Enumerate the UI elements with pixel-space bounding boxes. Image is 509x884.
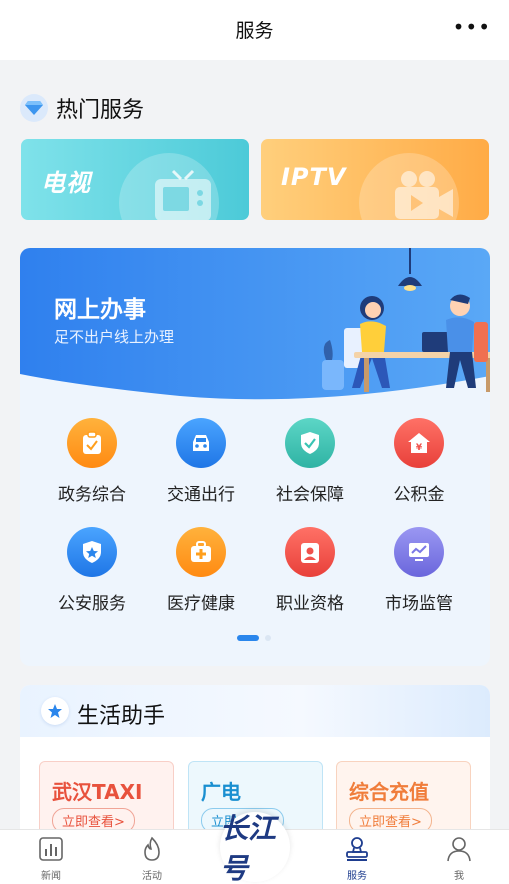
tv-icon bbox=[155, 169, 211, 220]
card-title: 武汉TAXI bbox=[52, 780, 143, 804]
service-item[interactable]: 市场监管 bbox=[364, 527, 474, 614]
id-badge-icon bbox=[285, 527, 335, 577]
service-item[interactable]: 职业资格 bbox=[255, 527, 365, 614]
service-label: 职业资格 bbox=[276, 594, 344, 614]
service-item[interactable]: 公安服务 bbox=[37, 527, 147, 614]
service-label: 市场监管 bbox=[385, 594, 453, 614]
tab-label: 活动 bbox=[142, 871, 162, 882]
tab-services[interactable]: 服务 bbox=[327, 834, 387, 882]
diamond-icon bbox=[20, 94, 48, 122]
iptv-tile[interactable]: IPTV bbox=[261, 139, 489, 220]
service-item[interactable]: ¥ 公积金 bbox=[364, 418, 474, 505]
app-logo: 长江号 bbox=[220, 812, 277, 884]
tab-me[interactable]: 我 bbox=[429, 834, 489, 882]
tab-label: 我 bbox=[454, 871, 464, 882]
video-camera-icon bbox=[395, 171, 453, 219]
service-item[interactable]: 政务综合 bbox=[37, 418, 147, 505]
service-label: 政务综合 bbox=[58, 485, 126, 505]
online-affairs-panel: 网上办事 足不出户线上办理 政务综合 交通出行 社会保障 ¥ 公积金 公安服务 … bbox=[20, 248, 490, 666]
service-label: 社会保障 bbox=[276, 485, 344, 505]
page-dot-active bbox=[237, 635, 259, 641]
tv-tile[interactable]: 电视 bbox=[21, 139, 249, 220]
police-badge-icon bbox=[67, 527, 117, 577]
life-helper-header: 生活助手 bbox=[20, 685, 490, 737]
medical-kit-icon bbox=[176, 527, 226, 577]
more-dots-icon[interactable]: ••• bbox=[453, 17, 491, 37]
car-icon bbox=[176, 418, 226, 468]
news-chart-icon bbox=[21, 834, 81, 864]
tab-label: 服务 bbox=[347, 871, 367, 882]
card-title: 综合充值 bbox=[349, 780, 429, 804]
page-indicator bbox=[237, 635, 271, 641]
service-label: 医疗健康 bbox=[167, 594, 235, 614]
service-item[interactable]: 交通出行 bbox=[146, 418, 256, 505]
online-affairs-subtitle: 足不出户线上办理 bbox=[54, 328, 175, 346]
tab-label: 新闻 bbox=[41, 871, 61, 882]
center-logo-button[interactable]: 长江号 bbox=[220, 812, 290, 884]
hot-services-title: 热门服务 bbox=[56, 98, 145, 123]
tab-activity[interactable]: 活动 bbox=[122, 834, 182, 882]
service-label: 公积金 bbox=[393, 485, 445, 505]
flame-icon bbox=[122, 834, 182, 864]
top-bar: 服务 ••• bbox=[0, 0, 509, 60]
service-label: 公安服务 bbox=[58, 594, 126, 614]
tv-tile-label: 电视 bbox=[41, 169, 91, 197]
tab-news[interactable]: 新闻 bbox=[21, 834, 81, 882]
svg-text:¥: ¥ bbox=[416, 443, 423, 453]
service-item[interactable]: 社会保障 bbox=[255, 418, 365, 505]
iptv-tile-label: IPTV bbox=[281, 163, 347, 191]
monitor-chart-icon bbox=[394, 527, 444, 577]
online-affairs-title: 网上办事 bbox=[54, 297, 146, 323]
star-icon bbox=[41, 697, 69, 725]
office-illustration bbox=[322, 248, 490, 392]
service-item[interactable]: 医疗健康 bbox=[146, 527, 256, 614]
stamp-icon bbox=[327, 834, 387, 864]
card-title: 广电 bbox=[201, 780, 241, 804]
shield-check-icon bbox=[285, 418, 335, 468]
service-label: 交通出行 bbox=[167, 485, 235, 505]
hot-services-header: 热门服务 bbox=[20, 92, 144, 124]
page-title: 服务 bbox=[235, 20, 274, 42]
life-helper-title: 生活助手 bbox=[77, 704, 166, 729]
clipboard-icon bbox=[67, 418, 117, 468]
user-icon bbox=[429, 834, 489, 864]
page-dot bbox=[265, 635, 271, 641]
house-yen-icon: ¥ bbox=[394, 418, 444, 468]
